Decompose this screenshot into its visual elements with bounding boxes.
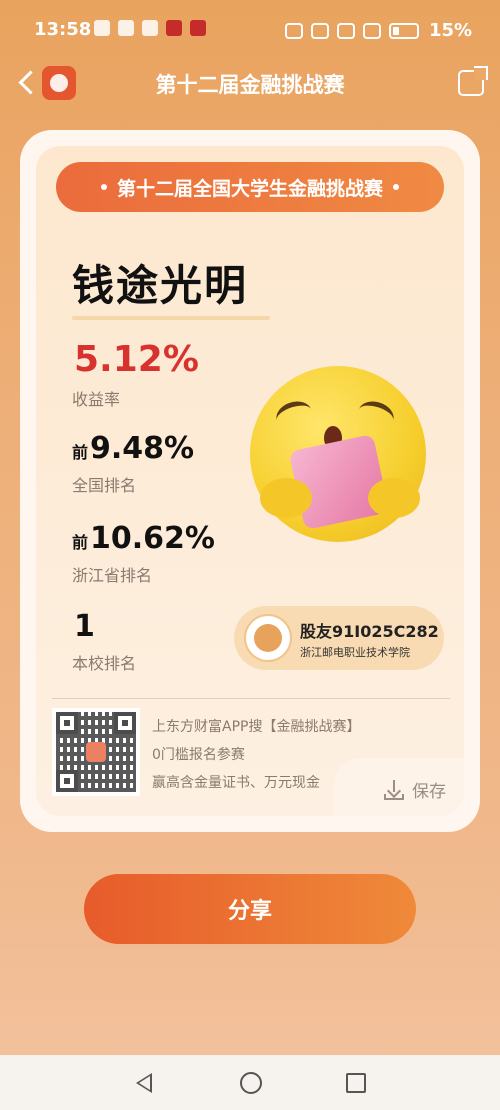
- notification-icon: [94, 20, 110, 36]
- money-hug-emoji-icon: [250, 366, 426, 542]
- emoji-hand: [260, 478, 312, 518]
- status-time: 13:58: [34, 19, 92, 40]
- stat-province-rank: 前10.62% 浙江省排名: [72, 524, 215, 586]
- stat-value: 5.12%: [74, 339, 199, 380]
- alarm-icon: [285, 22, 303, 39]
- page-title: 第十二届金融挑战赛: [155, 73, 345, 97]
- qr-finder: [56, 770, 78, 792]
- bullet-dot: [393, 184, 399, 190]
- result-card: 第十二届全国大学生金融挑战赛 钱途光明 5.12% 收益率 前9.48% 全国排…: [20, 130, 480, 832]
- emoji-eye: [272, 397, 316, 433]
- vibrate-icon: [311, 22, 329, 39]
- status-notification-icons: [94, 20, 206, 36]
- external-share-icon[interactable]: [458, 66, 488, 96]
- emoji-eye: [354, 397, 398, 433]
- telegram-icon: [118, 20, 134, 36]
- avatar-figure-icon: [254, 624, 282, 652]
- avatar: [244, 614, 292, 662]
- result-card-inner: 第十二届全国大学生金融挑战赛 钱途光明 5.12% 收益率 前9.48% 全国排…: [36, 146, 464, 816]
- app-notification-icon-2: [190, 20, 206, 36]
- promo-line: 赢高含金量证书、万元现金: [152, 775, 320, 791]
- nickname-underline: [72, 316, 270, 320]
- contest-banner-text: 第十二届全国大学生金融挑战赛: [116, 177, 383, 200]
- stat-school-rank: 1 本校排名: [72, 612, 136, 674]
- share-button[interactable]: 分享: [84, 874, 416, 944]
- qr-pattern: [56, 712, 136, 792]
- nav-recents-icon[interactable]: [346, 1073, 366, 1093]
- user-name: 股友91I025C282: [300, 622, 439, 641]
- promo-line: 上东方财富APP搜【金融挑战赛】: [152, 719, 361, 735]
- stat-label: 全国排名: [72, 476, 137, 495]
- system-nav-bar: [0, 1055, 500, 1110]
- stat-prefix: 前: [72, 533, 89, 552]
- qr-code: [52, 708, 140, 796]
- save-label: 保存: [412, 782, 446, 802]
- status-bar: 13:58 15%: [0, 0, 500, 60]
- money-stack: [288, 433, 390, 531]
- promo-line: 0门槛报名参赛: [152, 747, 245, 763]
- stat-label: 本校排名: [72, 654, 137, 673]
- battery-level: 15%: [429, 20, 473, 41]
- app-notification-icon: [166, 20, 182, 36]
- stat-label: 浙江省排名: [72, 566, 153, 585]
- stat-label: 收益率: [72, 390, 121, 409]
- stat-value: 9.48%: [90, 431, 195, 466]
- header: 第十二届金融挑战赛: [0, 60, 500, 106]
- qr-finder: [56, 712, 78, 734]
- emoji-hand: [368, 478, 420, 518]
- stat-national-rank: 前9.48% 全国排名: [72, 434, 194, 496]
- stat-value: 1: [74, 609, 95, 644]
- signal-icon: [337, 22, 355, 39]
- user-school: 浙江邮电职业技术学院: [300, 646, 410, 659]
- nav-home-icon[interactable]: [240, 1072, 262, 1094]
- stat-value: 10.62%: [90, 521, 215, 556]
- nav-back-icon[interactable]: [136, 1073, 152, 1093]
- save-button[interactable]: 保存: [384, 777, 446, 802]
- bullet-dot: [100, 184, 107, 190]
- stat-prefix: 前: [72, 443, 89, 462]
- qr-logo-icon: [86, 742, 106, 762]
- signal-icon-2: [363, 22, 381, 39]
- contest-banner: 第十二届全国大学生金融挑战赛: [56, 162, 444, 212]
- shield-icon: [142, 20, 158, 36]
- divider: [52, 698, 450, 699]
- battery-icon: [389, 22, 419, 39]
- download-icon: [384, 779, 404, 800]
- user-badge: 股友91I025C282 浙江邮电职业技术学院: [234, 606, 444, 670]
- stat-return: 5.12% 收益率: [72, 342, 199, 410]
- nickname: 钱途光明: [72, 261, 249, 310]
- qr-finder: [114, 712, 136, 734]
- save-area: 保存: [334, 758, 464, 816]
- status-system-icons: 15%: [285, 20, 472, 41]
